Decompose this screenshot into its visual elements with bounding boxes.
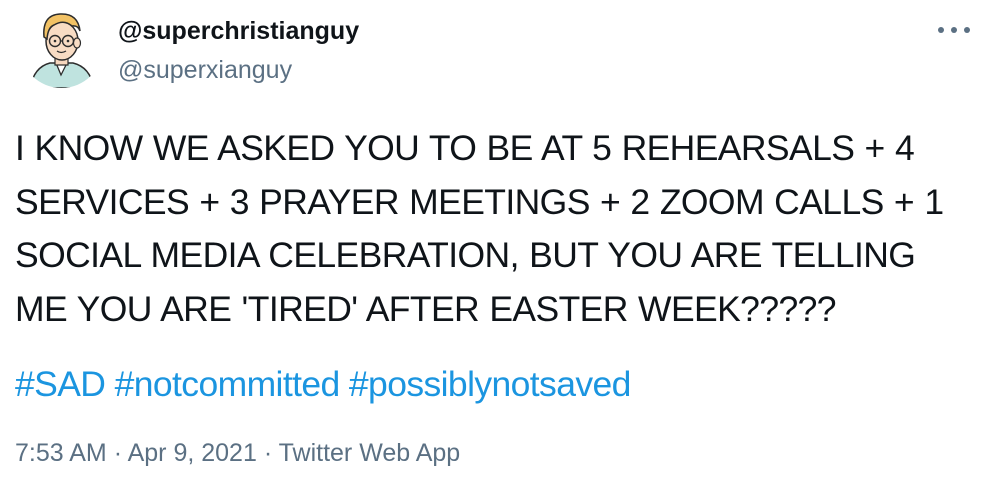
hashtags: #SAD #notcommitted #possiblynotsaved — [15, 358, 631, 412]
author-names: @superchristianguy @superxianguy — [118, 16, 359, 85]
tweet-card: @superchristianguy @superxianguy I KNOW … — [0, 0, 1000, 483]
timestamp-date[interactable]: Apr 9, 2021 — [128, 439, 257, 467]
display-name[interactable]: @superchristianguy — [118, 16, 359, 46]
handle[interactable]: @superxianguy — [118, 55, 359, 85]
tweet-text-line: I KNOW WE ASKED YOU TO BE AT 5 REHEARSAL… — [15, 128, 915, 168]
more-dots-icon — [938, 27, 970, 33]
tweet-source[interactable]: Twitter Web App — [279, 439, 461, 467]
cartoon-man-avatar-icon — [20, 5, 103, 88]
hashtag-link-notcommitted[interactable]: #notcommitted — [115, 364, 341, 404]
tweet-text-line: ME YOU ARE 'TIRED' AFTER EASTER WEEK????… — [15, 288, 837, 329]
meta-separator: · — [263, 439, 273, 467]
avatar[interactable] — [20, 5, 103, 88]
hashtag-link-sad[interactable]: #SAD — [15, 364, 106, 404]
tweet-text: I KNOW WE ASKED YOU TO BE AT 5 REHEARSAL… — [15, 122, 980, 336]
tweet-text-line: SOCIAL MEDIA CELEBRATION, BUT YOU ARE TE… — [15, 235, 916, 275]
hashtag-link-possiblynotsaved[interactable]: #possiblynotsaved — [349, 364, 631, 404]
meta-separator: · — [113, 439, 123, 467]
tweet-text-line: SERVICES + 3 PRAYER MEETINGS + 2 ZOOM CA… — [15, 181, 944, 222]
more-button[interactable] — [934, 20, 974, 40]
timestamp-time[interactable]: 7:53 AM — [15, 439, 107, 467]
tweet-meta: 7:53 AM · Apr 9, 2021 · Twitter Web App — [15, 438, 460, 468]
